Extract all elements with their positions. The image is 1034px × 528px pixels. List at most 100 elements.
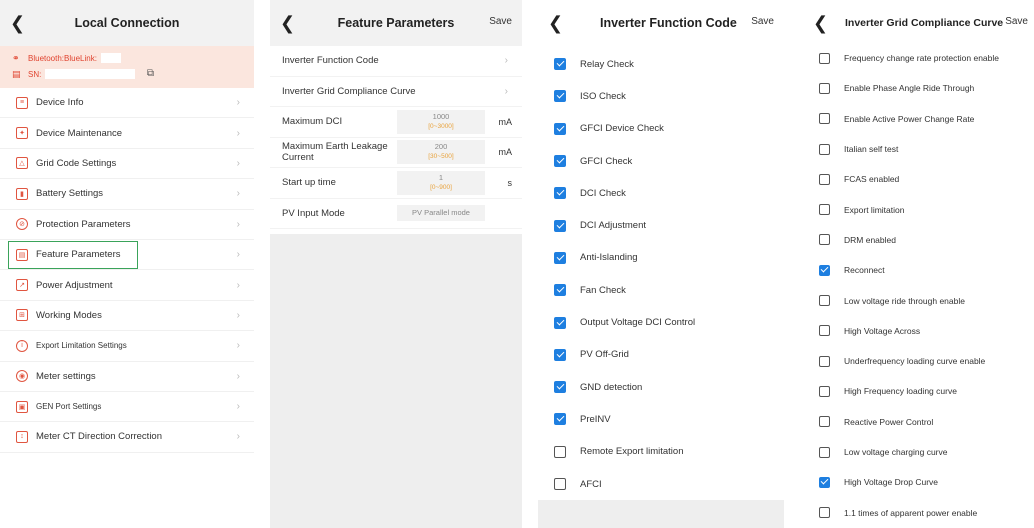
checkbox-row-output-voltage-dci-control[interactable]: Output Voltage DCI Control xyxy=(538,306,784,338)
checkbox-checked-icon[interactable] xyxy=(819,476,830,488)
settings-menu: ≡ Device Info › ✦ Device Maintenance › △ Grid C… xyxy=(0,88,254,453)
pv-input-mode-select[interactable]: PV Parallel mode xyxy=(397,205,485,222)
checkbox-label: DRM enabled xyxy=(844,234,896,245)
checkbox-checked-icon[interactable] xyxy=(554,284,566,297)
checkbox-row-reactive-power-control[interactable]: Reactive Power Control xyxy=(803,407,1034,437)
checkbox-unchecked-icon[interactable] xyxy=(819,82,830,94)
checkbox-row-italian-self-test[interactable]: Italian self test xyxy=(803,134,1034,164)
checkbox-row-high-voltage-drop-curve[interactable]: High Voltage Drop Curve xyxy=(803,467,1034,497)
checkbox-row-preinv[interactable]: PreINV xyxy=(538,403,784,435)
checkbox-unchecked-icon[interactable] xyxy=(819,295,830,307)
checkbox-unchecked-icon[interactable] xyxy=(819,385,830,397)
checkbox-row-frequency-change-rate-protection-enable[interactable]: Frequency change rate protection enable xyxy=(803,43,1034,73)
checkbox-unchecked-icon[interactable] xyxy=(819,143,830,155)
back-arrow-icon[interactable]: ❮ xyxy=(813,12,833,34)
checkbox-row-dci-check[interactable]: DCI Check xyxy=(538,177,784,209)
checkbox-row-fcas-enabled[interactable]: FCAS enabled xyxy=(803,164,1034,194)
checkbox-unchecked-icon[interactable] xyxy=(819,204,830,216)
checkbox-checked-icon[interactable] xyxy=(554,187,566,200)
menu-item-meter-settings[interactable]: ◉ Meter settings › xyxy=(0,362,254,392)
checkbox-row-gnd-detection[interactable]: GND detection xyxy=(538,371,784,403)
checkbox-checked-icon[interactable] xyxy=(554,58,566,71)
checkbox-row-high-frequency-loading-curve[interactable]: High Frequency loading curve xyxy=(803,376,1034,406)
save-button[interactable]: Save xyxy=(489,16,512,27)
grid-compliance-curve-screen: ❮ Inverter Grid Compliance Curve Save Fr… xyxy=(803,0,1034,528)
checkbox-label: Fan Check xyxy=(580,284,626,296)
checkbox-row-afci[interactable]: AFCI xyxy=(538,468,784,500)
save-button[interactable]: Save xyxy=(1005,16,1028,27)
checkbox-unchecked-icon[interactable] xyxy=(819,52,830,64)
start-up-time-input[interactable]: 1 [0~900] xyxy=(397,170,485,195)
back-arrow-icon[interactable]: ❮ xyxy=(280,12,300,34)
header: ❮ Inverter Function Code Save xyxy=(538,0,784,46)
checkbox-unchecked-icon[interactable] xyxy=(819,173,830,185)
menu-item-grid-code-settings[interactable]: △ Grid Code Settings › xyxy=(0,149,254,180)
checkbox-row-gfci-device-check[interactable]: GFCI Device Check xyxy=(538,113,784,145)
checkbox-unchecked-icon[interactable] xyxy=(819,507,830,519)
checkbox-row-pv-off-grid[interactable]: PV Off-Grid xyxy=(538,339,784,371)
checkbox-row-low-voltage-ride-through-enable[interactable]: Low voltage ride through enable xyxy=(803,285,1034,315)
menu-item-power-adjustment[interactable]: ↗ Power Adjustment › xyxy=(0,270,254,301)
checkbox-row-gfci-check[interactable]: GFCI Check xyxy=(538,145,784,177)
checkbox-checked-icon[interactable] xyxy=(819,264,830,276)
checkbox-row-1-1-times-of-apparent-power-enable[interactable]: 1.1 times of apparent power enable xyxy=(803,497,1034,527)
checkbox-unchecked-icon[interactable] xyxy=(819,234,830,246)
checkbox-row-low-voltage-charging-curve[interactable]: Low voltage charging curve xyxy=(803,437,1034,467)
checkbox-checked-icon[interactable] xyxy=(554,251,566,264)
checkbox-unchecked-icon[interactable] xyxy=(819,355,830,367)
checkbox-unchecked-icon[interactable] xyxy=(554,445,566,458)
checkbox-checked-icon[interactable] xyxy=(554,90,566,103)
checkbox-row-high-voltage-across[interactable]: High Voltage Across xyxy=(803,316,1034,346)
max-dci-input[interactable]: 1000 [0~3000] xyxy=(397,109,485,134)
menu-item-protection-parameters[interactable]: ⊘ Protection Parameters › xyxy=(0,210,254,240)
checkbox-unchecked-icon[interactable] xyxy=(819,446,830,458)
menu-item-working-modes[interactable]: ⊞ Working Modes › xyxy=(0,301,254,332)
checkbox-checked-icon[interactable] xyxy=(554,155,566,168)
checkbox-row-anti-islanding[interactable]: Anti-Islanding xyxy=(538,242,784,274)
checkbox-label: Enable Active Power Change Rate xyxy=(844,113,975,124)
chevron-right-icon: › xyxy=(236,157,240,169)
checkbox-row-dci-adjustment[interactable]: DCI Adjustment xyxy=(538,209,784,241)
nav-row-inverter-function-code[interactable]: Inverter Function Code › xyxy=(270,46,522,77)
checkbox-row-remote-export-limitation[interactable]: Remote Export limitation xyxy=(538,436,784,468)
nav-row-grid-compliance-curve[interactable]: Inverter Grid Compliance Curve › xyxy=(270,76,522,107)
menu-item-feature-parameters[interactable]: ▤ Feature Parameters › xyxy=(0,240,254,271)
field-range: [0~3000] xyxy=(428,122,454,130)
field-range: [30~500] xyxy=(428,153,454,161)
checkbox-unchecked-icon[interactable] xyxy=(819,416,830,428)
grid-tower-icon: △ xyxy=(16,157,28,170)
checkbox-checked-icon[interactable] xyxy=(554,413,566,426)
checkbox-row-enable-phase-angle-ride-through[interactable]: Enable Phase Angle Ride Through xyxy=(803,73,1034,103)
menu-item-battery-settings[interactable]: ▮ Battery Settings › xyxy=(0,179,254,210)
menu-item-device-info[interactable]: ≡ Device Info › xyxy=(0,88,254,119)
checkbox-unchecked-icon[interactable] xyxy=(819,113,830,125)
back-arrow-icon[interactable]: ❮ xyxy=(548,12,568,34)
checkbox-checked-icon[interactable] xyxy=(554,381,566,394)
checkbox-row-underfrequency-loading-curve-enable[interactable]: Underfrequency loading curve enable xyxy=(803,346,1034,376)
checkbox-row-fan-check[interactable]: Fan Check xyxy=(538,274,784,306)
checkbox-unchecked-icon[interactable] xyxy=(554,478,566,490)
checkbox-unchecked-icon[interactable] xyxy=(819,325,830,337)
checkbox-row-export-limitation[interactable]: Export limitation xyxy=(803,194,1034,224)
checkbox-row-reconnect[interactable]: Reconnect xyxy=(803,255,1034,285)
menu-item-label: GEN Port Settings xyxy=(36,402,102,412)
checkbox-row-drm-enabled[interactable]: DRM enabled xyxy=(803,225,1034,255)
checkbox-checked-icon[interactable] xyxy=(554,348,566,361)
save-button[interactable]: Save xyxy=(751,16,774,27)
checkbox-checked-icon[interactable] xyxy=(554,316,566,329)
chevron-right-icon: › xyxy=(236,97,240,109)
checkbox-checked-icon[interactable] xyxy=(554,122,566,135)
checkbox-row-iso-check[interactable]: ISO Check xyxy=(538,80,784,112)
header: ❮ Inverter Grid Compliance Curve Save xyxy=(803,0,1034,46)
menu-item-device-maintenance[interactable]: ✦ Device Maintenance › xyxy=(0,118,254,149)
menu-item-gen-port-settings[interactable]: ▣ GEN Port Settings › xyxy=(0,392,254,423)
max-earth-leakage-input[interactable]: 200 [30~500] xyxy=(397,140,485,165)
menu-item-meter-ct-direction-correction[interactable]: ↕ Meter CT Direction Correction › xyxy=(0,422,254,453)
checkbox-row-relay-check[interactable]: Relay Check xyxy=(538,48,784,80)
checkbox-checked-icon[interactable] xyxy=(554,219,566,232)
checkbox-row-enable-active-power-change-rate[interactable]: Enable Active Power Change Rate xyxy=(803,104,1034,134)
back-arrow-icon[interactable]: ❮ xyxy=(10,12,30,34)
menu-item-export-limitation-settings[interactable]: i Export Limitation Settings › xyxy=(0,331,254,362)
copy-icon[interactable]: ⧉ xyxy=(147,68,154,79)
inverter-function-code-screen: ❮ Inverter Function Code Save Relay Chec… xyxy=(538,0,784,528)
